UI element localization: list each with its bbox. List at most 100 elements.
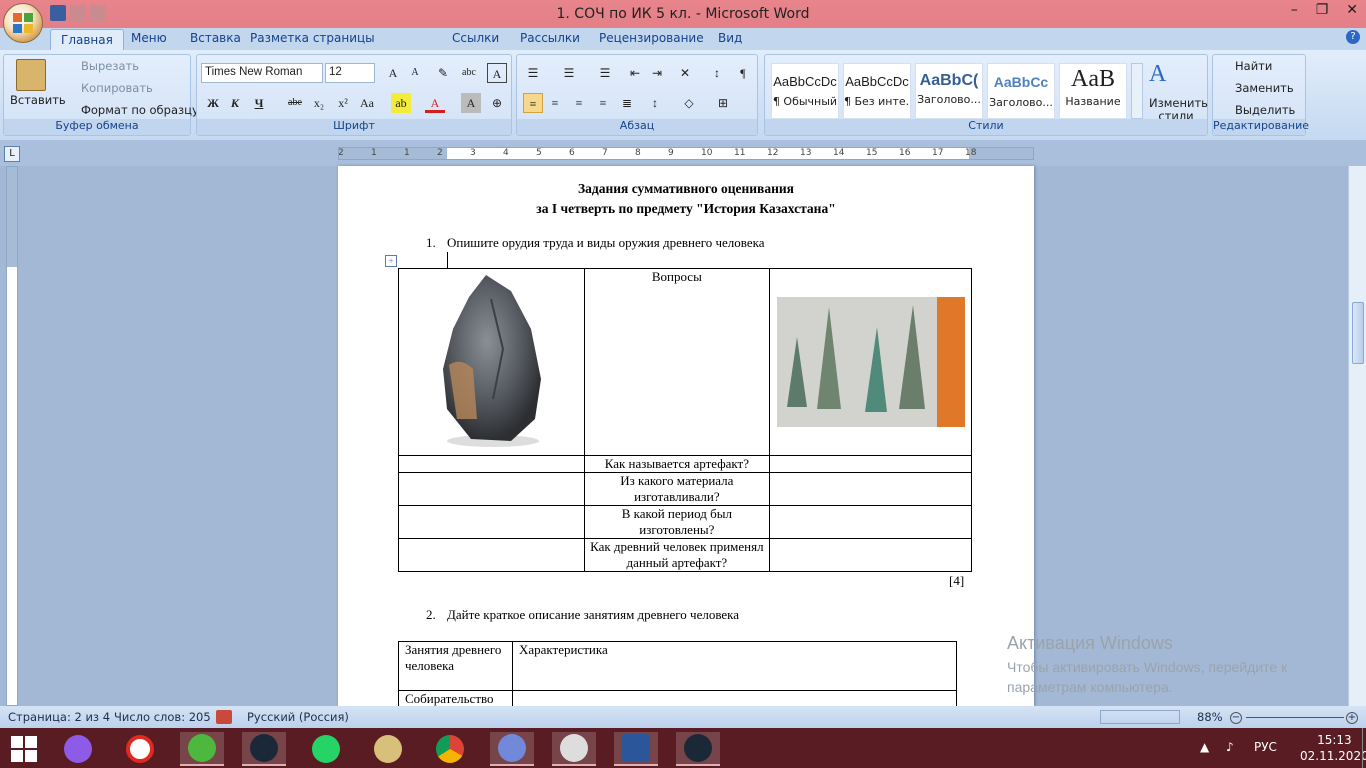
font-size-select[interactable]: 12: [325, 63, 375, 83]
tray-chevron-icon[interactable]: ▲: [1200, 740, 1209, 754]
char-shading-icon[interactable]: A: [461, 93, 481, 113]
italic-button[interactable]: К: [225, 93, 245, 113]
change-case-button[interactable]: Aa: [357, 93, 377, 113]
highlight-icon[interactable]: ab: [391, 93, 411, 113]
clock[interactable]: 15:13 02.11.2020: [1300, 732, 1366, 764]
tab-page-layout[interactable]: Разметка страницы: [250, 31, 375, 45]
justify-icon[interactable]: ≡: [593, 93, 613, 113]
change-styles-icon[interactable]: A: [1149, 61, 1166, 88]
chrome-icon[interactable]: [428, 732, 472, 766]
zoom-level[interactable]: 88%: [1197, 710, 1223, 724]
shrink-font-icon[interactable]: A: [405, 63, 425, 83]
utorrent-icon[interactable]: [180, 732, 224, 766]
numbering-icon[interactable]: ☰: [559, 63, 579, 83]
vertical-ruler[interactable]: [6, 166, 18, 706]
select-button[interactable]: Выделить: [1219, 103, 1295, 117]
word-taskbar-icon[interactable]: [614, 732, 658, 766]
minimize-button[interactable]: –: [1291, 2, 1298, 18]
answer-cell-4[interactable]: [769, 538, 972, 572]
increase-indent-icon[interactable]: ⇥: [647, 63, 667, 83]
grow-font-icon[interactable]: A: [383, 63, 403, 83]
tab-mailings[interactable]: Рассылки: [520, 31, 580, 45]
strikethrough-button[interactable]: abe: [285, 93, 305, 113]
align-right-icon[interactable]: ≡: [569, 93, 589, 113]
phonetic-icon[interactable]: abc: [459, 63, 479, 83]
show-marks-icon[interactable]: ¶: [733, 63, 753, 83]
answer-cell-2[interactable]: [769, 472, 972, 506]
language-indicator[interactable]: Русский (Россия): [247, 710, 349, 724]
tab-view[interactable]: Вид: [718, 31, 742, 45]
line-spacing-icon[interactable]: ↕: [645, 93, 665, 113]
align-left-icon[interactable]: ≡: [523, 93, 543, 113]
copy-button[interactable]: Копировать: [64, 81, 153, 95]
help-icon[interactable]: ?: [1346, 30, 1360, 44]
tab-review[interactable]: Рецензирование: [599, 31, 704, 45]
style-title[interactable]: AaB Название: [1059, 63, 1127, 119]
shading-icon[interactable]: ◇: [679, 93, 699, 113]
zoom-in-icon[interactable]: +: [1346, 712, 1358, 724]
office-button[interactable]: [3, 3, 43, 43]
clear-format-icon[interactable]: ✎: [433, 63, 453, 83]
answer-cell-3[interactable]: [769, 505, 972, 539]
paste-icon[interactable]: [16, 59, 46, 91]
start-button[interactable]: [2, 732, 46, 766]
zoom-out-icon[interactable]: −: [1230, 712, 1242, 724]
tab-menu[interactable]: Меню: [131, 31, 167, 45]
yandex-browser-icon[interactable]: [118, 732, 162, 766]
tab-references[interactable]: Ссылки: [452, 31, 499, 45]
page-indicator[interactable]: Страница: 2 из 4: [8, 710, 110, 724]
distribute-icon[interactable]: ≣: [617, 93, 637, 113]
enclose-char-icon[interactable]: ⊕: [487, 93, 507, 113]
styles-scroll[interactable]: [1131, 63, 1143, 119]
font-name-select[interactable]: Times New Roman: [201, 63, 323, 83]
vertical-scrollbar[interactable]: [1348, 166, 1366, 706]
replace-button[interactable]: Заменить: [1219, 81, 1294, 95]
style-normal[interactable]: AaBbCcDc ¶ Обычный: [771, 63, 839, 119]
alice-icon[interactable]: [56, 732, 100, 766]
whatsapp-icon[interactable]: [304, 732, 348, 766]
bullets-icon[interactable]: ☰: [523, 63, 543, 83]
text-direction-icon[interactable]: ✕: [675, 63, 695, 83]
style-heading2[interactable]: AaBbCc Заголово...: [987, 63, 1055, 119]
style-no-spacing[interactable]: AaBbCcDc ¶ Без инте...: [843, 63, 911, 119]
close-button[interactable]: ✕: [1346, 2, 1358, 18]
tab-selector[interactable]: L: [4, 146, 20, 162]
format-painter-button[interactable]: Формат по образцу: [64, 103, 199, 117]
borders-icon[interactable]: ⊞: [713, 93, 733, 113]
tab-home[interactable]: Главная: [50, 29, 124, 50]
gathering-answer-cell[interactable]: [511, 690, 958, 706]
find-button[interactable]: Найти: [1219, 59, 1272, 73]
steam-taskbar-icon[interactable]: [676, 732, 720, 766]
discord-icon[interactable]: [490, 732, 534, 766]
view-buttons[interactable]: [1100, 710, 1180, 724]
zoom-slider[interactable]: [1246, 717, 1344, 718]
table-move-icon[interactable]: +: [385, 255, 397, 267]
horizontal-ruler[interactable]: 2 1 1 2 3 4 5 6 7 8 9 10 11 12 13 14 15 16 17 18: [338, 147, 1034, 160]
multilevel-list-icon[interactable]: ☰: [595, 63, 615, 83]
scrollbar-thumb[interactable]: [1352, 302, 1364, 364]
answer-cell-1[interactable]: [769, 455, 972, 473]
word-count[interactable]: Число слов: 205: [114, 710, 211, 724]
char-border-icon[interactable]: A: [487, 63, 507, 83]
align-center-icon[interactable]: ≡: [545, 93, 565, 113]
input-language[interactable]: РУС: [1254, 740, 1277, 754]
document-page[interactable]: Задания суммативного оценивания за I чет…: [338, 166, 1034, 706]
audio-app-icon[interactable]: [552, 732, 596, 766]
bold-button[interactable]: Ж: [203, 93, 223, 113]
decrease-indent-icon[interactable]: ⇤: [625, 63, 645, 83]
steam-icon[interactable]: [242, 732, 286, 766]
paint-icon[interactable]: [366, 732, 410, 766]
tab-insert[interactable]: Вставка: [190, 31, 241, 45]
superscript-button[interactable]: x²: [333, 93, 353, 113]
sort-icon[interactable]: ↕: [707, 63, 727, 83]
font-color-icon[interactable]: A: [425, 93, 445, 113]
subscript-button[interactable]: x₂: [309, 93, 329, 113]
show-desktop-button[interactable]: [1362, 728, 1366, 768]
spellcheck-icon[interactable]: [216, 710, 232, 724]
paste-button[interactable]: Вставить: [10, 93, 66, 107]
maximize-button[interactable]: ❐: [1316, 2, 1329, 18]
mic-icon[interactable]: ♪: [1226, 740, 1234, 754]
underline-button[interactable]: Ч: [249, 93, 269, 113]
cut-button[interactable]: Вырезать: [64, 59, 139, 73]
style-heading1[interactable]: AaBbC( Заголово...: [915, 63, 983, 119]
